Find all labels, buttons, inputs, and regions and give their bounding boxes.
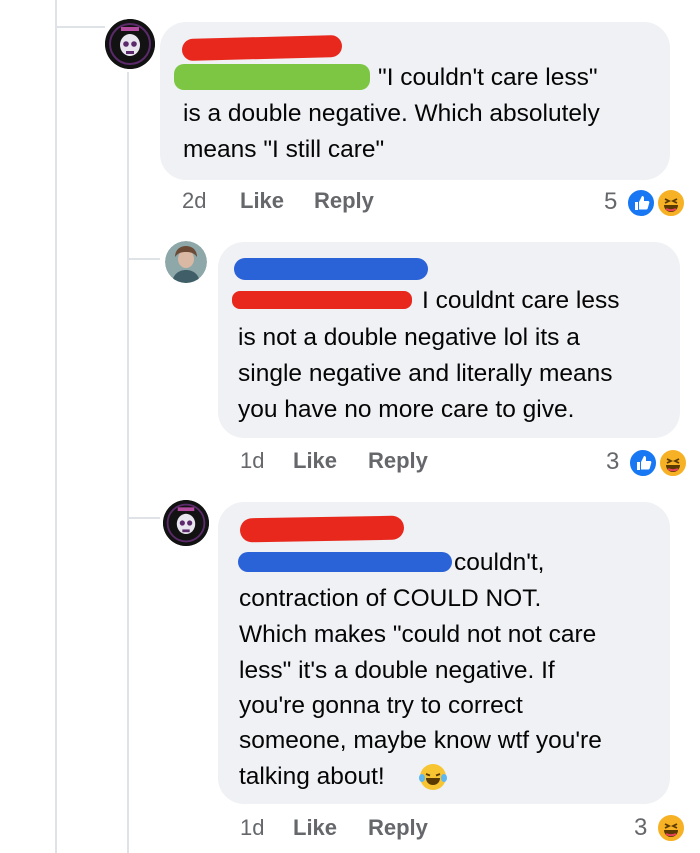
comment-text-line: is a double negative. Which absolutely: [183, 100, 600, 127]
comment-text-inline: I couldnt care less: [422, 287, 620, 314]
thread-line-curve-top: [55, 26, 105, 28]
redacted-name: [239, 515, 405, 543]
skull-avatar-icon: [105, 19, 155, 69]
avatar[interactable]: [105, 19, 155, 69]
comment-text-line: someone, maybe know wtf you're: [239, 727, 602, 754]
avatar[interactable]: [165, 241, 207, 283]
skull-avatar-icon: [163, 500, 209, 546]
comment-bubble: couldn't, contraction of COULD NOT. Whic…: [218, 502, 670, 804]
redacted-mention: [238, 552, 452, 572]
redacted-mention: [232, 291, 412, 309]
laughing-tears-icon: [419, 764, 447, 790]
user-avatar-icon: [165, 241, 207, 283]
comment-actions: 2d Like Reply: [0, 188, 700, 218]
comment-text-line: contraction of COULD NOT.: [239, 585, 542, 612]
avatar[interactable]: [163, 500, 209, 546]
comment-text-inline: couldn't,: [454, 549, 545, 576]
like-button[interactable]: Like: [293, 448, 337, 474]
reaction-count[interactable]: 3: [606, 448, 619, 476]
comment-text-line: is not a double negative lol its a: [238, 324, 580, 351]
timestamp[interactable]: 1d: [240, 815, 264, 841]
comment-text-line: Which makes "could not not care: [239, 621, 597, 648]
thread-line-top: [55, 0, 57, 28]
reaction-count[interactable]: 5: [604, 188, 617, 216]
comment-text-inline: "I couldn't care less": [378, 64, 598, 91]
redacted-name: [181, 34, 343, 62]
thread-line-branch-1: [127, 258, 160, 260]
thread-line-left: [55, 28, 57, 853]
comment-text-line: means "I still care": [183, 136, 385, 163]
reaction-count[interactable]: 3: [634, 814, 647, 842]
comment-text-line: talking about!: [239, 763, 385, 790]
comment-actions: 1d Like Reply: [0, 815, 700, 845]
like-icon: [628, 448, 658, 478]
like-icon: [626, 188, 656, 218]
timestamp[interactable]: 2d: [182, 188, 206, 214]
comment-bubble: I couldnt care less is not a double nega…: [218, 242, 680, 438]
comment-actions: 1d Like Reply: [0, 448, 700, 478]
timestamp[interactable]: 1d: [240, 448, 264, 474]
comment-text-line: you're gonna try to correct: [239, 692, 523, 719]
redacted-name: [234, 258, 428, 280]
like-button[interactable]: Like: [293, 815, 337, 841]
thread-line-branch-2: [127, 517, 160, 519]
comment-text-line: you have no more care to give.: [238, 396, 575, 423]
reply-button[interactable]: Reply: [368, 815, 428, 841]
comment-text-line: less" it's a double negative. If: [239, 657, 555, 684]
like-button[interactable]: Like: [240, 188, 284, 214]
reply-button[interactable]: Reply: [314, 188, 374, 214]
haha-icon: [656, 813, 686, 843]
haha-icon: [656, 188, 686, 218]
comment-text-line: single negative and literally means: [238, 360, 613, 387]
haha-icon: [658, 448, 688, 478]
redacted-mention: [174, 64, 370, 90]
comment-bubble: "I couldn't care less" is a double negat…: [160, 22, 670, 180]
reply-button[interactable]: Reply: [368, 448, 428, 474]
